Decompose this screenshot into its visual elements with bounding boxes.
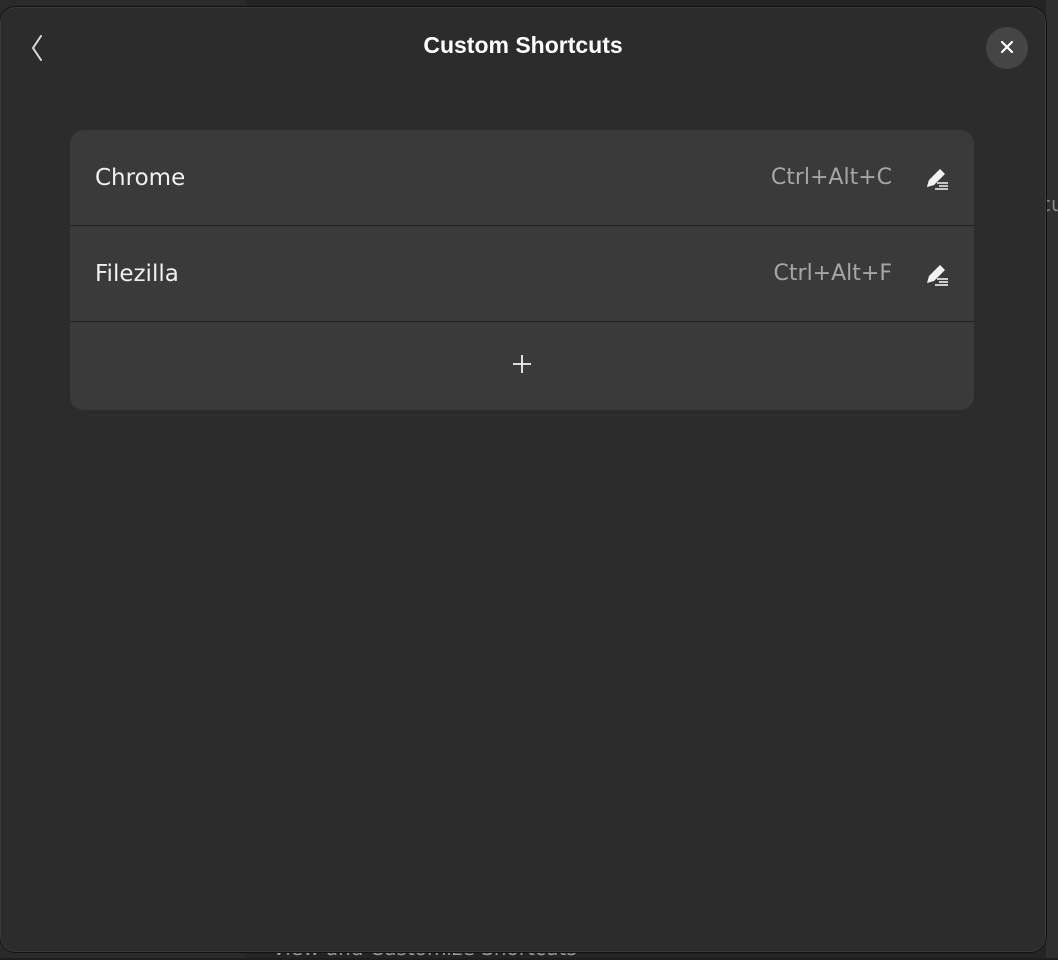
shortcut-accelerator: Ctrl+Alt+C bbox=[770, 165, 892, 190]
edit-icon[interactable] bbox=[924, 165, 950, 191]
plus-icon bbox=[511, 353, 533, 379]
dialog-title: Custom Shortcuts bbox=[423, 32, 623, 58]
close-button[interactable] bbox=[986, 27, 1028, 69]
shortcut-list: Chrome Ctrl+Alt+C Filezilla Ctrl+Alt+F bbox=[70, 130, 974, 410]
add-shortcut-button[interactable] bbox=[70, 322, 974, 410]
shortcut-accelerator: Ctrl+Alt+F bbox=[773, 261, 892, 286]
shortcut-row-filezilla[interactable]: Filezilla Ctrl+Alt+F bbox=[70, 226, 974, 322]
shortcut-row-chrome[interactable]: Chrome Ctrl+Alt+C bbox=[70, 130, 974, 226]
shortcut-name: Chrome bbox=[95, 164, 186, 191]
custom-shortcuts-dialog: Custom Shortcuts Chrome Ctrl+Alt+C Filez… bbox=[0, 7, 1046, 952]
edit-icon[interactable] bbox=[924, 261, 950, 287]
shortcut-name: Filezilla bbox=[95, 260, 179, 287]
background-right-edge bbox=[1046, 0, 1058, 958]
close-icon bbox=[1000, 39, 1014, 58]
